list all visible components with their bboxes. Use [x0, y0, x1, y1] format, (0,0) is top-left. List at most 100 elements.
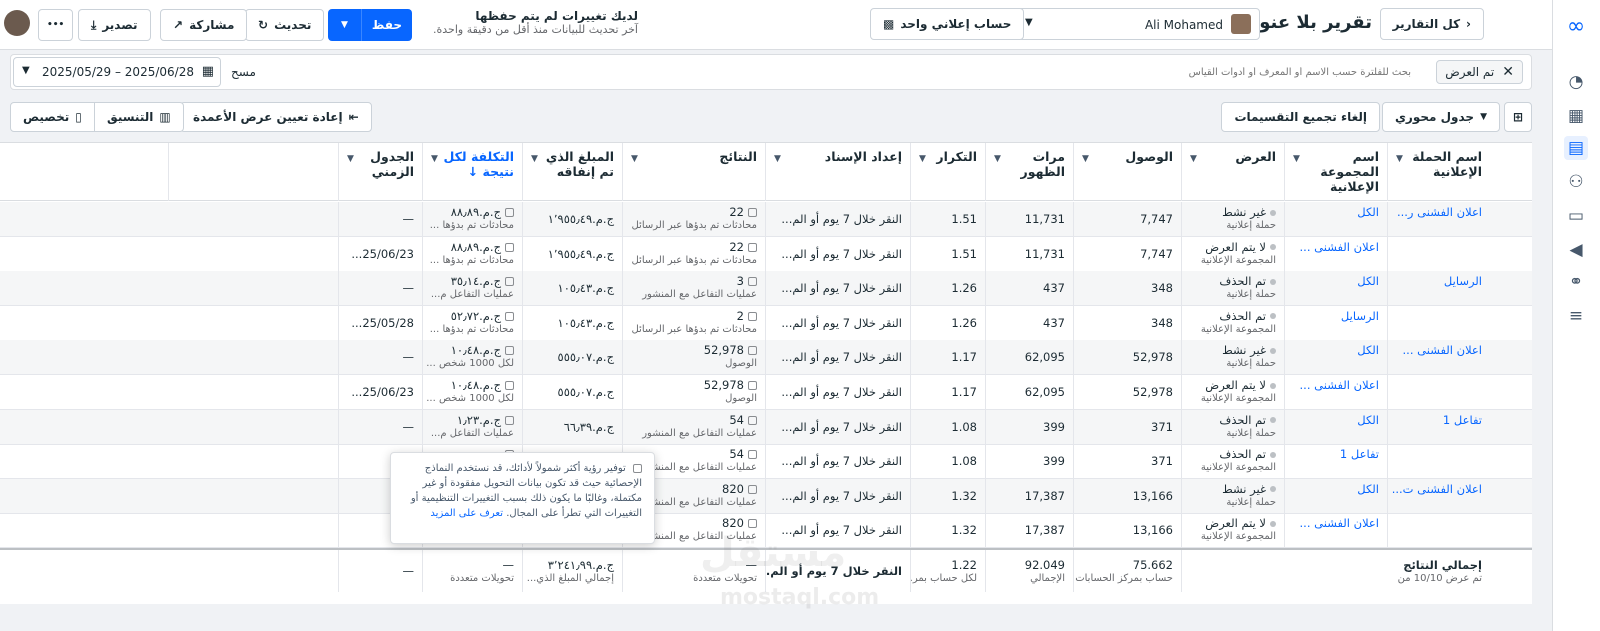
meta-logo-icon[interactable]: ∞: [1564, 14, 1588, 39]
all-reports-button[interactable]: كل التقارير ›: [1379, 8, 1484, 40]
cell-adset[interactable]: الكل: [1284, 202, 1387, 237]
cell-campaign[interactable]: [1387, 305, 1490, 341]
account-selector[interactable]: Ali Mohamed ▼: [1014, 8, 1260, 40]
table-row[interactable]: اعلان الفشنى ... لا يتم العرض المجموعة الإ…: [0, 375, 1532, 410]
column-menu-icon[interactable]: ▼: [1190, 152, 1197, 167]
table-row[interactable]: تفاعل 1 الكل تم الحذف حملة إعلانية 371 399 1.0…: [0, 409, 1532, 445]
column-menu-icon[interactable]: ▼: [919, 152, 926, 167]
frequency-value: 1.26: [951, 315, 977, 330]
billing-card-icon[interactable]: ▭: [1564, 204, 1588, 228]
adset-value[interactable]: الكل: [1357, 482, 1379, 496]
cell-campaign[interactable]: [1387, 444, 1490, 480]
adset-value[interactable]: اعلان الفشنى ...: [1300, 516, 1379, 530]
adset-value[interactable]: اعلان الفشنى ...: [1300, 378, 1379, 392]
user-avatar[interactable]: [4, 10, 30, 36]
cell-campaign[interactable]: [1387, 513, 1490, 549]
pivot-table-dropdown[interactable]: جدول محوري ▼: [1381, 102, 1500, 132]
date-range-picker[interactable]: ▼ 2025/05/29 – 2025/06/28 ▦: [13, 57, 221, 87]
table-row[interactable]: تفاعل 1 تم الحذف المجموعة الإعلانية 371 399 1…: [0, 444, 1532, 480]
single-ad-account-button[interactable]: ▩ حساب إعلاني واحد: [870, 8, 1025, 40]
cell-campaign[interactable]: الرسايل: [1387, 271, 1490, 307]
menu-icon[interactable]: ≡: [1564, 304, 1588, 328]
dashboard-gauge-icon[interactable]: ◔: [1564, 70, 1588, 94]
cost-type: عمليات التفاعل م...: [430, 427, 514, 439]
column-menu-icon[interactable]: ▼: [531, 152, 538, 167]
column-reach[interactable]: الوصول ▼: [1073, 143, 1181, 201]
learn-more-link[interactable]: تعرف على المزيد: [430, 508, 503, 519]
network-icon[interactable]: ⚭: [1564, 270, 1588, 294]
table-row[interactable]: اعلان الفشنى ت... الكل غير نشط حملة إعلانية…: [0, 478, 1532, 514]
column-impressions[interactable]: مرات الظهور ▼: [985, 143, 1073, 201]
adset-value[interactable]: تفاعل 1: [1340, 447, 1379, 461]
column-delivery[interactable]: العرض ▼: [1181, 143, 1284, 201]
megaphone-icon[interactable]: ◀: [1564, 238, 1588, 262]
cell-adset[interactable]: تفاعل 1: [1284, 444, 1387, 480]
column-results[interactable]: النتائج ▼: [622, 143, 765, 201]
adset-value[interactable]: الكل: [1357, 413, 1379, 427]
cell-campaign[interactable]: [1387, 236, 1490, 272]
column-frequency[interactable]: التكرار ▼: [910, 143, 985, 201]
refresh-button[interactable]: ↻ تحديث: [245, 9, 325, 41]
column-attribution[interactable]: إعداد الإسناد ▼: [765, 143, 910, 201]
export-button[interactable]: ⤓ تصدير: [78, 9, 151, 41]
table-row[interactable]: اعلان الفشنى ... لا يتم العرض المجموعة الإ…: [0, 236, 1532, 272]
column-menu-icon[interactable]: ▼: [631, 152, 638, 167]
cell-adset[interactable]: اعلان الفشنى ...: [1284, 375, 1387, 410]
audience-icon[interactable]: ⚇: [1564, 170, 1588, 194]
column-menu-icon[interactable]: ▼: [347, 152, 354, 167]
cell-campaign[interactable]: اعلان الفشنى ...: [1387, 340, 1490, 376]
pivot-icon-button[interactable]: ⊞: [1504, 102, 1532, 132]
adset-value[interactable]: الكل: [1357, 205, 1379, 219]
campaign-value[interactable]: اعلان الفشنى ت...: [1392, 482, 1482, 496]
filter-search-input[interactable]: [911, 61, 1411, 83]
adset-value[interactable]: الكل: [1357, 343, 1379, 357]
clear-filters-link[interactable]: مسح: [231, 65, 256, 79]
cell-attribution: النقر خلال 7 يوم أو الم...: [765, 340, 910, 376]
column-menu-icon[interactable]: ▼: [774, 152, 781, 167]
reports-icon[interactable]: ▤: [1564, 136, 1588, 160]
campaign-value[interactable]: اعلان الفشنى ...: [1403, 343, 1482, 357]
column-menu-icon[interactable]: ▼: [994, 152, 1001, 167]
column-campaign-name[interactable]: اسم الحملة الإعلانية ▼: [1387, 143, 1490, 201]
cell-campaign[interactable]: [1387, 375, 1490, 410]
cell-campaign[interactable]: تفاعل 1: [1387, 409, 1490, 445]
table-row[interactable]: الرسايل تم الحذف المجموعة الإعلانية 348 437 1…: [0, 305, 1532, 341]
column-menu-icon[interactable]: ▼: [431, 152, 438, 167]
cell-campaign[interactable]: اعلان الفشنى ر...: [1387, 202, 1490, 237]
format-button[interactable]: التنسيق ▥: [94, 102, 184, 132]
cell-campaign[interactable]: اعلان الفشنى ت...: [1387, 478, 1490, 514]
close-icon[interactable]: ✕: [1502, 64, 1514, 80]
cell-adset[interactable]: اعلان الفشنى ...: [1284, 236, 1387, 272]
column-menu-icon[interactable]: ▼: [1396, 152, 1403, 167]
campaign-value[interactable]: اعلان الفشنى ر...: [1397, 205, 1482, 219]
column-adset-name[interactable]: اسم المجموعة الإعلانية ▼: [1284, 143, 1387, 201]
cell-adset[interactable]: الكل: [1284, 478, 1387, 514]
cell-adset[interactable]: الرسايل: [1284, 305, 1387, 341]
table-row[interactable]: اعلان الفشنى ... الكل غير نشط حملة إعلانية 5…: [0, 340, 1532, 376]
customize-button[interactable]: تخصيص ▯: [10, 102, 95, 132]
save-options-caret[interactable]: ▼: [328, 9, 362, 41]
campaign-value[interactable]: الرسايل: [1444, 274, 1482, 288]
column-menu-icon[interactable]: ▼: [1293, 152, 1300, 167]
cell-adset[interactable]: الكل: [1284, 409, 1387, 445]
adset-value[interactable]: اعلان الفشنى ...: [1300, 240, 1379, 254]
adset-value[interactable]: الكل: [1357, 274, 1379, 288]
column-cost-per-result[interactable]: التكلفة لكل نتيجة ↓ ▼: [422, 143, 522, 201]
column-amount-spent[interactable]: المبلغ الذي تم إنفاقه ▼: [522, 143, 622, 201]
cell-adset[interactable]: الكل: [1284, 340, 1387, 376]
table-row[interactable]: الرسايل الكل تم الحذف حملة إعلانية 348 437 1.2…: [0, 271, 1532, 307]
cell-adset[interactable]: اعلان الفشنى ...: [1284, 513, 1387, 549]
share-button[interactable]: ↗ مشاركة: [160, 9, 248, 41]
adset-value[interactable]: الرسايل: [1341, 309, 1379, 323]
campaign-value[interactable]: تفاعل 1: [1443, 413, 1482, 427]
column-menu-icon[interactable]: ▼: [1082, 152, 1089, 167]
reset-column-width-button[interactable]: إعادة تعيين عرض الأعمدة ⇤: [180, 102, 372, 132]
filter-chip[interactable]: تم العرض ✕: [1436, 60, 1523, 84]
column-schedule[interactable]: الجدول الزمني ▼: [338, 143, 422, 201]
more-options-button[interactable]: •••: [38, 9, 74, 41]
save-button[interactable]: حفظ: [362, 9, 412, 41]
table-icon[interactable]: ▦: [1564, 104, 1588, 128]
table-row[interactable]: اعلان الفشنى ر... الكل غير نشط حملة إعلانية…: [0, 202, 1532, 237]
ungroup-breakdowns-button[interactable]: إلغاء تجميع التقسيمات: [1221, 102, 1380, 132]
cell-adset[interactable]: الكل: [1284, 271, 1387, 307]
